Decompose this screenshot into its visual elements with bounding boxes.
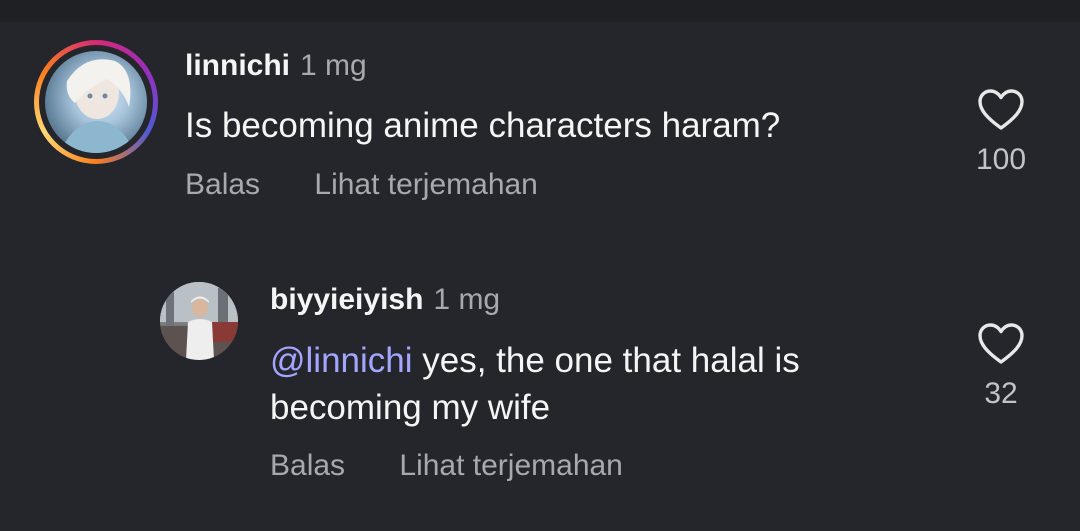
- avatar[interactable]: [160, 282, 238, 360]
- username-link[interactable]: linnichi: [185, 49, 290, 82]
- top-divider: [0, 0, 1080, 22]
- avatar-photo-icon: [160, 282, 238, 360]
- avatar-photo-icon: [59, 59, 135, 153]
- like-control: 32: [966, 322, 1036, 412]
- heart-outline-icon[interactable]: [977, 322, 1025, 366]
- comment-text: @linnichi yes, the one that halal is bec…: [270, 337, 920, 431]
- comment-actions: Balas Lihat terjemahan: [270, 448, 623, 484]
- comment-header: linnichi 1 mg: [185, 48, 367, 84]
- reply-button[interactable]: Balas: [185, 167, 260, 203]
- comment-header: biyyieiyish 1 mg: [270, 282, 500, 318]
- reply-comment-item: biyyieiyish 1 mg @linnichi yes, the one t…: [160, 282, 1044, 492]
- see-translation-button[interactable]: Lihat terjemahan: [314, 167, 537, 203]
- comment-actions: Balas Lihat terjemahan: [185, 167, 538, 203]
- comment-item: linnichi 1 mg Is becoming anime character…: [34, 40, 1044, 210]
- avatar: [45, 51, 147, 153]
- like-control: 100: [966, 88, 1036, 178]
- comment-thread: linnichi 1 mg Is becoming anime character…: [0, 0, 1080, 531]
- see-translation-button[interactable]: Lihat terjemahan: [399, 448, 622, 484]
- timestamp: 1 mg: [433, 283, 501, 316]
- story-ring-avatar[interactable]: [34, 40, 158, 164]
- username-link[interactable]: biyyieiyish: [270, 283, 423, 316]
- heart-outline-icon[interactable]: [977, 88, 1025, 132]
- like-count: 32: [984, 377, 1018, 410]
- like-count: 100: [975, 143, 1027, 176]
- reply-button[interactable]: Balas: [270, 448, 345, 484]
- mention-link[interactable]: @linnichi: [270, 341, 413, 380]
- comment-text: Is becoming anime characters haram?: [185, 106, 781, 145]
- timestamp: 1 mg: [300, 49, 367, 82]
